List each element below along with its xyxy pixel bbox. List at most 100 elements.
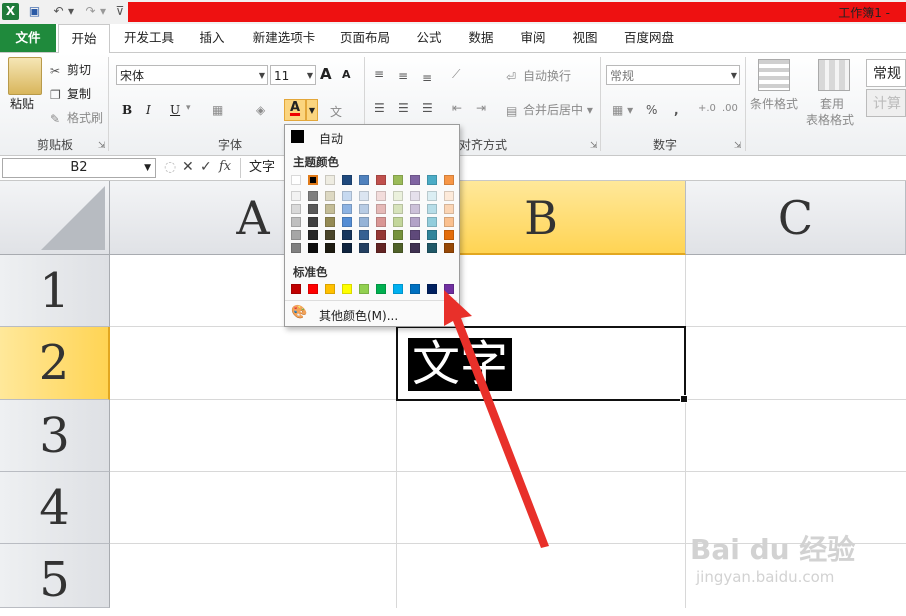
theme-color-swatch[interactable]: [376, 175, 386, 185]
theme-shade-swatch[interactable]: [410, 217, 420, 227]
theme-shade-swatch[interactable]: [291, 217, 301, 227]
standard-color-swatch[interactable]: [342, 284, 352, 294]
theme-shade-swatch[interactable]: [342, 243, 352, 253]
theme-shade-swatch[interactable]: [342, 204, 352, 214]
theme-shade-swatch[interactable]: [427, 204, 437, 214]
bold-button[interactable]: B: [122, 103, 132, 117]
theme-shade-swatch[interactable]: [291, 191, 301, 201]
row-header-3[interactable]: 3: [0, 400, 110, 472]
align-center-icon[interactable]: ☰: [398, 101, 409, 115]
theme-shade-swatch[interactable]: [410, 204, 420, 214]
theme-shade-swatch[interactable]: [325, 191, 335, 201]
theme-color-swatch[interactable]: [410, 175, 420, 185]
fill-color-button[interactable]: ◈: [256, 103, 265, 117]
tab-formulas[interactable]: 公式: [408, 24, 450, 52]
theme-shade-swatch[interactable]: [291, 230, 301, 240]
number-launcher-icon[interactable]: ⇲: [734, 141, 742, 151]
row-header-5[interactable]: 5: [0, 544, 110, 608]
standard-color-swatch[interactable]: [359, 284, 369, 294]
tab-developer[interactable]: 开发工具: [116, 24, 182, 52]
theme-shade-swatch[interactable]: [359, 243, 369, 253]
save-icon[interactable]: ▣: [26, 3, 43, 20]
increase-indent-icon[interactable]: ⇥: [476, 101, 486, 115]
copy-button[interactable]: ❐ 复制: [50, 85, 91, 102]
italic-button[interactable]: I: [146, 103, 151, 117]
standard-color-swatch[interactable]: [393, 284, 403, 294]
tab-home[interactable]: 开始: [58, 24, 110, 54]
tab-baidu-netdisk[interactable]: 百度网盘: [616, 24, 682, 52]
theme-shade-swatch[interactable]: [427, 230, 437, 240]
font-color-dropdown-icon[interactable]: ▼: [306, 99, 318, 121]
theme-shade-swatch[interactable]: [427, 191, 437, 201]
tab-review[interactable]: 审阅: [512, 24, 554, 52]
theme-color-swatch[interactable]: [308, 175, 318, 185]
font-name-combo[interactable]: 宋体 ▼: [116, 65, 268, 85]
theme-color-swatch[interactable]: [342, 175, 352, 185]
automatic-color-item[interactable]: 自动: [285, 127, 457, 147]
theme-shade-swatch[interactable]: [444, 230, 454, 240]
decrease-decimal-icon[interactable]: .00: [722, 103, 738, 114]
currency-icon[interactable]: ▦ ▾: [612, 103, 633, 117]
tab-insert[interactable]: 插入: [190, 24, 234, 52]
tab-page-layout[interactable]: 页面布局: [332, 24, 398, 52]
theme-color-swatch[interactable]: [325, 175, 335, 185]
border-button[interactable]: ▦: [212, 103, 223, 117]
align-middle-icon[interactable]: ≡: [398, 69, 408, 83]
insert-function-icon[interactable]: fx: [219, 159, 231, 174]
theme-shade-swatch[interactable]: [359, 191, 369, 201]
theme-shade-swatch[interactable]: [376, 243, 386, 253]
percent-button[interactable]: %: [646, 103, 657, 117]
enter-icon[interactable]: ✓: [200, 159, 212, 175]
theme-color-swatch[interactable]: [291, 175, 301, 185]
shrink-font-button[interactable]: A: [342, 68, 351, 81]
theme-shade-swatch[interactable]: [308, 204, 318, 214]
conditional-format-button[interactable]: 条件格式: [750, 95, 798, 112]
theme-shade-swatch[interactable]: [342, 191, 352, 201]
theme-shade-swatch[interactable]: [376, 191, 386, 201]
align-right-icon[interactable]: ☰: [422, 101, 433, 115]
style-normal[interactable]: 常规: [866, 59, 906, 87]
theme-shade-swatch[interactable]: [410, 191, 420, 201]
theme-shade-swatch[interactable]: [325, 204, 335, 214]
redo-dropdown-icon[interactable]: ▾: [98, 3, 108, 20]
theme-shade-swatch[interactable]: [393, 230, 403, 240]
theme-shade-swatch[interactable]: [359, 217, 369, 227]
tab-data[interactable]: 数据: [460, 24, 502, 52]
select-all-corner[interactable]: [0, 181, 110, 255]
theme-shade-swatch[interactable]: [376, 230, 386, 240]
fill-handle[interactable]: [680, 395, 688, 403]
grow-font-button[interactable]: A: [320, 65, 332, 83]
row-header-1[interactable]: 1: [0, 255, 110, 327]
tab-file[interactable]: 文件: [0, 24, 56, 52]
theme-shade-swatch[interactable]: [393, 243, 403, 253]
theme-shade-swatch[interactable]: [325, 217, 335, 227]
undo-icon[interactable]: ↶: [50, 3, 67, 20]
theme-shade-swatch[interactable]: [342, 230, 352, 240]
align-bottom-icon[interactable]: ≡: [422, 71, 432, 85]
font-color-button[interactable]: A: [284, 99, 306, 121]
name-box[interactable]: B2 ▼: [2, 158, 156, 178]
orientation-icon[interactable]: ⟋: [452, 67, 460, 82]
standard-color-swatch[interactable]: [410, 284, 420, 294]
theme-shade-swatch[interactable]: [444, 243, 454, 253]
theme-shade-swatch[interactable]: [427, 243, 437, 253]
theme-shade-swatch[interactable]: [308, 191, 318, 201]
theme-shade-swatch[interactable]: [291, 204, 301, 214]
paste-button[interactable]: 粘贴: [10, 95, 34, 112]
standard-color-swatch[interactable]: [325, 284, 335, 294]
number-format-combo[interactable]: 常规 ▼: [606, 65, 740, 85]
theme-shade-swatch[interactable]: [393, 204, 403, 214]
more-colors-item[interactable]: 🎨 其他颜色(M)...: [285, 305, 457, 323]
theme-shade-swatch[interactable]: [308, 230, 318, 240]
standard-color-swatch[interactable]: [291, 284, 301, 294]
tab-new[interactable]: 新建选项卡: [244, 24, 324, 52]
theme-shade-swatch[interactable]: [410, 230, 420, 240]
theme-shade-swatch[interactable]: [376, 217, 386, 227]
theme-shade-swatch[interactable]: [359, 204, 369, 214]
theme-shade-swatch[interactable]: [359, 230, 369, 240]
standard-color-swatch[interactable]: [376, 284, 386, 294]
conditional-format-icon[interactable]: [758, 59, 790, 91]
font-size-combo[interactable]: 11 ▼: [270, 65, 316, 85]
theme-color-swatch[interactable]: [427, 175, 437, 185]
format-as-table-line1[interactable]: 套用: [820, 95, 844, 112]
